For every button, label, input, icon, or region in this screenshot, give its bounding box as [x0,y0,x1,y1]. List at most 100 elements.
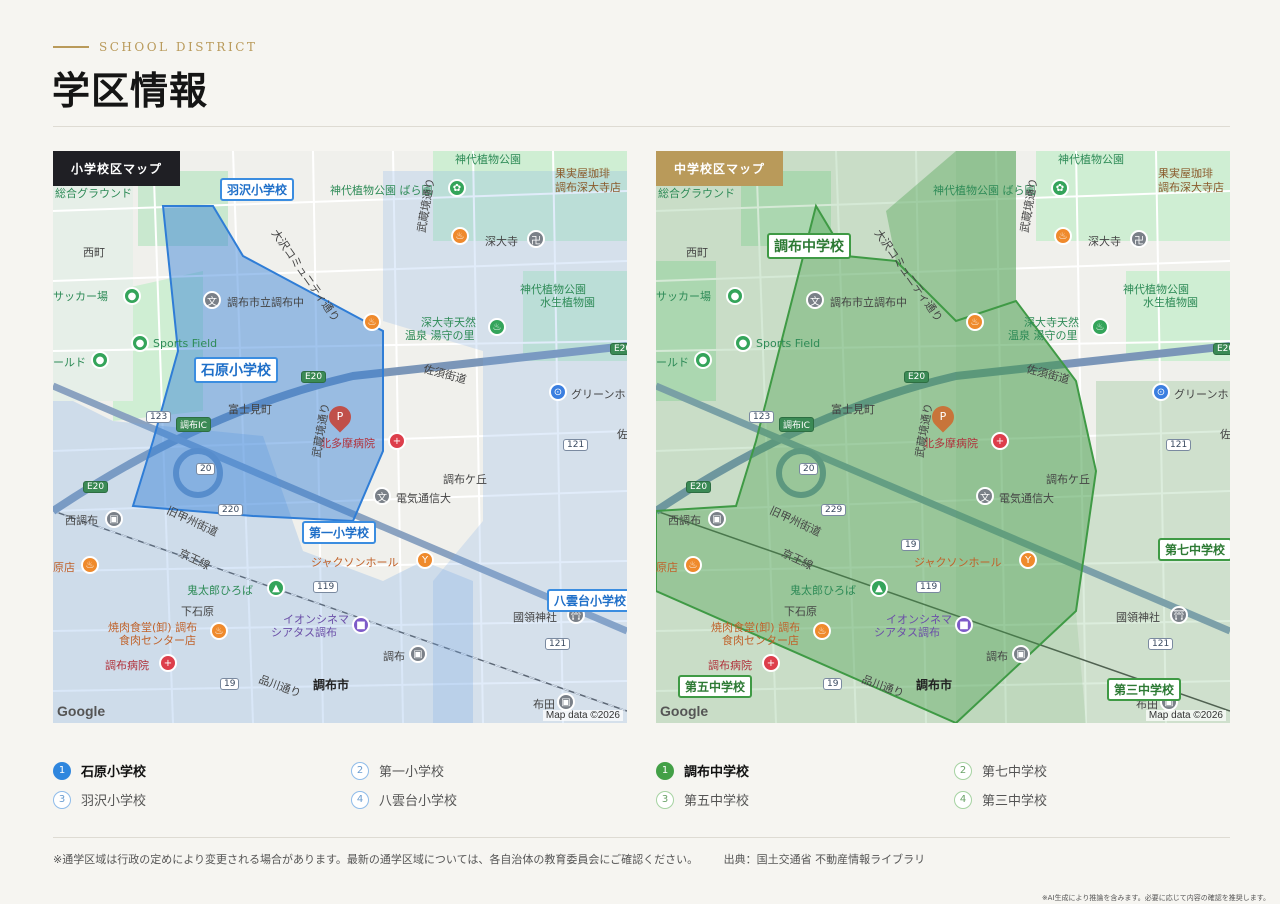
hospital-icon[interactable]: + [991,432,1009,450]
hospital-icon[interactable]: + [388,432,406,450]
school-label-ishihara[interactable]: 石原小学校 [194,357,278,383]
restaurant-icon[interactable]: ♨ [684,556,702,574]
map-label: 調布市立調布中 [227,296,304,309]
restaurant-icon[interactable]: ♨ [813,622,831,640]
park-icon[interactable]: ✿ [448,179,466,197]
map-label: 深大寺 [1088,235,1121,248]
restaurant-icon[interactable]: ♨ [451,227,469,245]
park-icon[interactable]: ● [694,351,712,369]
legend-label: 石原小学校 [81,765,147,780]
map-label: 國領神社 [1116,611,1160,624]
station-icon[interactable]: ▣ [557,693,575,711]
route-shield: 121 [563,439,589,451]
map-label: 食肉センター店 [722,634,799,647]
route-shield: 20 [799,463,819,475]
map-label: 下石原 [784,605,817,618]
route-shield: E20 [301,371,327,383]
legend-item-hazawa[interactable]: 3 羽沢小学校 [53,790,146,809]
legend-label: 第三中学校 [982,794,1048,809]
restaurant-icon[interactable]: ♨ [363,313,381,331]
map-label: Sports Field [153,337,218,350]
map-label: 電気通信大 [999,492,1054,505]
school-label-yakumodai[interactable]: 八雲台小学校 [547,589,627,612]
footer-note: ※通学区域は行政の定めにより変更される場合があります。最新の通学区域については、… [53,851,925,867]
legend-number: 3 [53,790,71,809]
hospital-icon[interactable]: + [762,654,780,672]
legend-item-daiichi[interactable]: 2 第一小学校 [351,761,444,780]
restaurant-icon[interactable]: ♨ [966,313,984,331]
cinema-icon[interactable]: ■ [955,616,973,634]
onsen-icon[interactable]: ♨ [488,318,506,336]
station-icon[interactable]: ▣ [708,510,726,528]
school-label-hazawa[interactable]: 羽沢小学校 [220,178,295,201]
map-label: 神代植物公園 [1058,153,1124,166]
park-icon[interactable]: ● [91,351,109,369]
map-label: 調布市 [313,678,350,692]
school-label-chofu[interactable]: 調布中学校 [767,233,851,259]
school-icon[interactable]: 文 [806,291,824,309]
eyebrow-text: SCHOOL DISTRICT [99,40,258,54]
shrine-icon[interactable]: ⛩ [1170,606,1188,624]
school-icon[interactable]: 文 [976,487,994,505]
park-icon[interactable]: ▲ [870,579,888,597]
park-icon[interactable]: ▲ [267,579,285,597]
legend-item-daishichi[interactable]: 2 第七中学校 [954,761,1047,780]
park-icon[interactable]: ● [726,287,744,305]
school-label-daisan[interactable]: 第三中学校 [1107,678,1182,701]
map-label: 鬼太郎ひろば [790,584,856,597]
map-label: ジャクソンホール [914,556,1002,569]
map-label: 深大寺 [485,235,518,248]
temple-icon[interactable]: 卍 [1130,230,1148,248]
map-label: 富士見町 [228,403,272,416]
legend-label: 第一小学校 [379,765,445,780]
route-shield: 119 [313,581,339,593]
park-icon[interactable]: ● [734,334,752,352]
legend-number: 1 [53,761,71,780]
map-label: 調布市立調布中 [830,296,907,309]
station-icon[interactable]: ▣ [409,645,427,663]
map-label: 総合グラウンド [658,187,735,200]
station-icon[interactable]: ▣ [1012,645,1030,663]
section-eyebrow: SCHOOL DISTRICT [53,38,257,56]
legend-label: 八雲台小学校 [379,794,458,809]
station-icon[interactable]: ▣ [105,510,123,528]
facility-icon[interactable]: ⊙ [1152,383,1170,401]
route-shield: 121 [1166,439,1192,451]
school-icon[interactable]: 文 [373,487,391,505]
elementary-map-tag: 小学校区マップ [53,151,181,186]
route-shield: E20 [686,481,712,493]
map-attribution: Map data ©2026 [1145,710,1226,721]
temple-icon[interactable]: 卍 [527,230,545,248]
restaurant-icon[interactable]: Y [1019,551,1037,569]
map-label: グリーンホ [571,388,626,401]
route-shield: E20 [83,481,109,493]
legend-item-yakumodai[interactable]: 4 八雲台小学校 [351,790,457,809]
map-label: 西町 [83,246,105,259]
school-label-daiichi[interactable]: 第一小学校 [302,521,377,544]
school-label-daishichi[interactable]: 第七中学校 [1158,538,1230,561]
legend-number: 4 [954,790,972,809]
restaurant-icon[interactable]: ♨ [210,622,228,640]
school-label-daigo[interactable]: 第五中学校 [678,675,753,698]
facility-icon[interactable]: ⊙ [549,383,567,401]
page-title: 学区情報 [52,68,209,113]
restaurant-icon[interactable]: ♨ [1054,227,1072,245]
park-icon[interactable]: ● [131,334,149,352]
legend-item-chofu[interactable]: 1 調布中学校 [656,761,749,780]
legend-item-daigo[interactable]: 3 第五中学校 [656,790,749,809]
elementary-district-map[interactable]: 小学校区マップ 神代植物公園 果実屋珈琲 調布深大寺店 総合グラウンド 神代植物… [53,151,627,723]
park-icon[interactable]: ✿ [1051,179,1069,197]
school-icon[interactable]: 文 [203,291,221,309]
map-label: 神代植物公園 ばら園 [330,184,433,197]
park-icon[interactable]: ● [123,287,141,305]
map-label: 鬼太郎ひろば [187,584,253,597]
legend-item-daisan[interactable]: 4 第三中学校 [954,790,1047,809]
legend-item-ishihara[interactable]: 1 石原小学校 [53,761,146,780]
hospital-icon[interactable]: + [159,654,177,672]
onsen-icon[interactable]: ♨ [1091,318,1109,336]
junior-high-district-map[interactable]: 中学校区マップ 神代植物公園 果実屋珈琲 調布深大寺店 総合グラウンド 神代植物… [656,151,1230,723]
cinema-icon[interactable]: ■ [352,616,370,634]
restaurant-icon[interactable]: Y [416,551,434,569]
eyebrow-rule [53,46,89,48]
restaurant-icon[interactable]: ♨ [81,556,99,574]
